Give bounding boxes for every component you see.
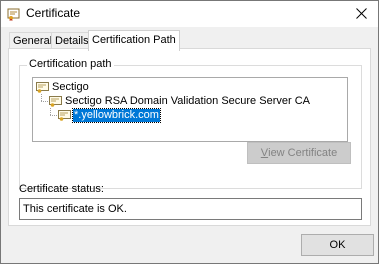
tree-node-intermediate[interactable]: Sectigo RSA Domain Validation Secure Ser…: [49, 94, 311, 108]
close-button[interactable]: [346, 2, 376, 24]
tree-node-label: *.yellowbrick.com: [72, 107, 161, 123]
view-certificate-button[interactable]: View Certificate: [247, 142, 351, 164]
view-certificate-label: iew Certificate: [268, 147, 338, 159]
tree-node-label: Sectigo RSA Domain Validation Secure Ser…: [65, 94, 310, 107]
certificate-icon: [58, 109, 71, 121]
certificate-status-box[interactable]: This certificate is OK.: [19, 198, 362, 220]
tree-connector: [50, 115, 57, 116]
close-icon: [355, 7, 367, 19]
certificate-dialog: Certificate General Details Certificatio…: [0, 0, 379, 264]
certification-path-group: Certification path Sectigo Sectigo RSA D…: [19, 58, 362, 189]
tree-node-label: Sectigo: [52, 80, 89, 93]
window-title: Certificate: [26, 6, 81, 20]
tree-node-root[interactable]: Sectigo: [36, 80, 90, 94]
certificate-status-label: Certificate status:: [19, 183, 104, 195]
tree-connector: [41, 94, 42, 101]
certification-path-tree[interactable]: Sectigo Sectigo RSA Domain Validation Se…: [32, 77, 348, 142]
tab-certification-path[interactable]: Certification Path: [88, 30, 180, 51]
tab-panel: Certification path Sectigo Sectigo RSA D…: [8, 48, 371, 226]
certificate-icon: [7, 8, 20, 21]
view-certificate-accel: V: [260, 147, 269, 159]
certificate-icon: [49, 95, 62, 107]
tree-connector: [50, 108, 51, 115]
tree-node-leaf[interactable]: *.yellowbrick.com: [58, 107, 161, 123]
certificate-icon: [36, 81, 49, 93]
title-bar: Certificate: [1, 1, 378, 27]
ok-button[interactable]: OK: [301, 234, 374, 256]
tree-connector: [41, 101, 48, 102]
certification-path-label: Certification path: [27, 58, 114, 70]
